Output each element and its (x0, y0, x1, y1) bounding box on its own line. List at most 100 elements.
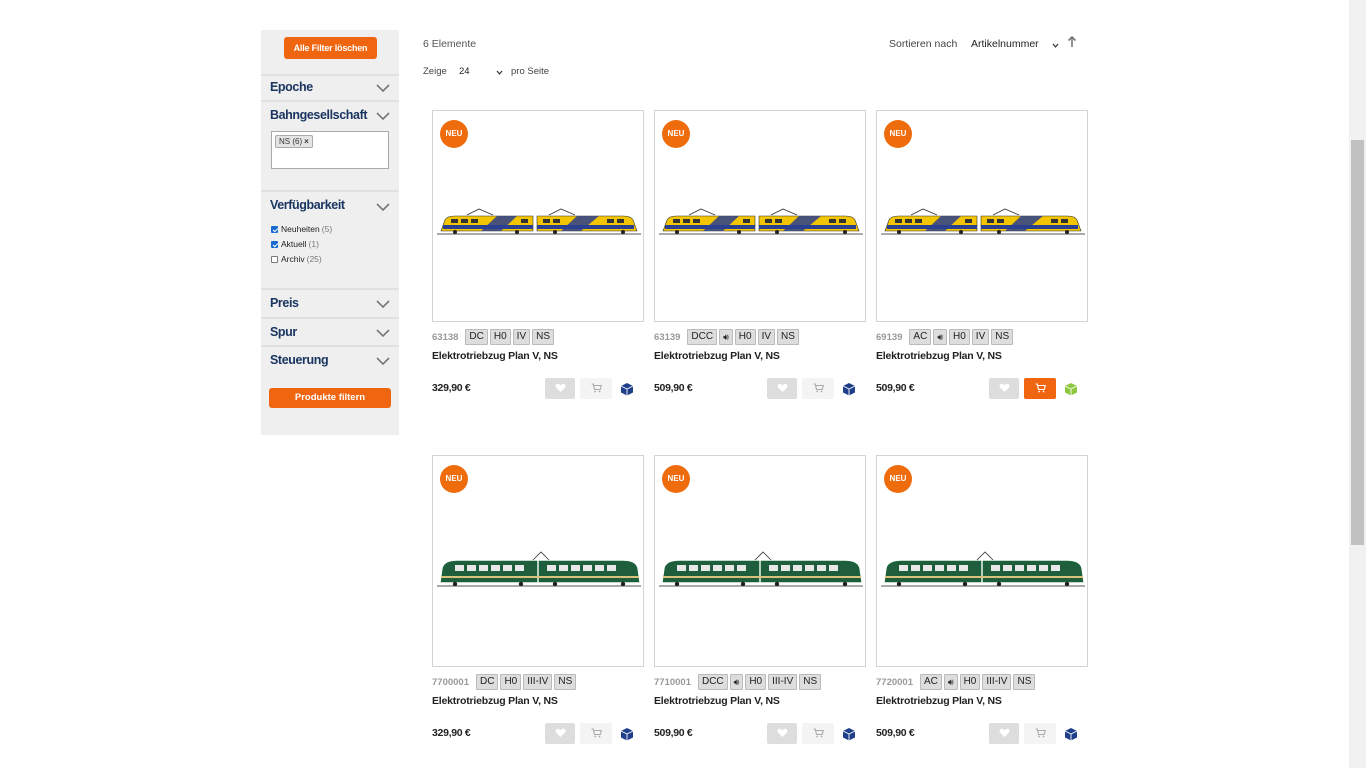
product-card[interactable]: NEU 7700001 DC H0 III-IV NS Elektrotriebzug… (432, 455, 644, 755)
clear-filters-button[interactable]: Alle Filter löschen (284, 37, 377, 59)
cart-icon (813, 725, 824, 743)
new-badge: NEU (662, 120, 690, 148)
article-number: 69139 (876, 331, 903, 343)
availability-box-icon (842, 382, 856, 396)
option-label: Neuheiten (281, 224, 320, 234)
product-image[interactable]: NEU (876, 110, 1088, 322)
facet-title: Steuerung (270, 353, 329, 367)
chevron-down-icon[interactable] (376, 300, 390, 310)
add-to-cart-button[interactable] (1024, 723, 1056, 744)
checkbox[interactable] (271, 255, 278, 263)
product-image[interactable]: NEU (432, 455, 644, 667)
article-number: 63138 (432, 331, 459, 343)
add-to-cart-button[interactable] (1024, 378, 1056, 399)
chevron-down-icon[interactable] (376, 203, 390, 213)
feature-chip: NS (554, 674, 577, 690)
product-price: 329,90 € (432, 727, 471, 739)
product-card[interactable]: NEU 7710001 DCC 🔊︎ H0 III-IV NS Elektrotrieb… (654, 455, 866, 755)
product-name[interactable]: Elektrotriebzug Plan V, NS (876, 350, 1002, 362)
checkbox[interactable] (271, 240, 278, 248)
product-price: 509,90 € (876, 727, 915, 739)
chevron-down-icon[interactable] (376, 84, 390, 94)
scrollbar[interactable] (1349, 0, 1366, 768)
heart-icon (777, 380, 788, 398)
chevron-down-icon[interactable] (376, 112, 390, 122)
product-meta: 7710001 DCC 🔊︎ H0 III-IV NS (654, 674, 823, 690)
availability-option-archiv[interactable]: Archiv (25) (271, 254, 322, 264)
facet-title: Spur (270, 325, 297, 339)
sort-select[interactable]: Artikelnummer (971, 38, 1059, 50)
facet-spur[interactable]: Spur (261, 317, 399, 345)
add-to-cart-button[interactable] (580, 723, 612, 744)
feature-chip: H0 (949, 329, 970, 345)
new-badge: NEU (440, 465, 468, 493)
per-page-select[interactable]: 24 (459, 66, 503, 77)
availability-option-neuheiten[interactable]: Neuheiten (5) (271, 224, 332, 234)
chevron-down-icon[interactable] (376, 329, 390, 339)
chevron-down-icon[interactable] (376, 357, 390, 367)
feature-chip: IV (971, 329, 990, 345)
facet-verfuegbarkeit[interactable]: Verfügbarkeit (261, 190, 399, 286)
product-name[interactable]: Elektrotriebzug Plan V, NS (876, 695, 1002, 707)
product-meta: 63139 DCC 🔊︎ H0 IV NS (654, 329, 801, 345)
facet-epoche[interactable]: Epoche (261, 74, 399, 100)
feature-chip: AC (919, 674, 942, 690)
feature-chip: H0 (489, 329, 511, 345)
wishlist-button[interactable] (767, 723, 797, 744)
add-to-cart-button[interactable] (802, 723, 834, 744)
article-number: 7700001 (432, 676, 469, 688)
feature-chip: III-IV (768, 674, 798, 690)
wishlist-button[interactable] (545, 378, 575, 399)
availability-box-icon (620, 727, 634, 741)
feature-chip: NS (1013, 674, 1036, 690)
heart-icon (999, 725, 1010, 743)
product-name[interactable]: Elektrotriebzug Plan V, NS (654, 350, 780, 362)
wishlist-button[interactable] (767, 378, 797, 399)
product-name[interactable]: Elektrotriebzug Plan V, NS (432, 350, 558, 362)
apply-filters-button[interactable]: Produkte filtern (269, 388, 391, 408)
availability-option-aktuell[interactable]: Aktuell (1) (271, 239, 319, 249)
wishlist-button[interactable] (989, 723, 1019, 744)
product-image[interactable]: NEU (876, 455, 1088, 667)
feature-chip: IV (757, 329, 776, 345)
close-icon[interactable]: × (304, 137, 309, 146)
feature-chip: NS (991, 329, 1014, 345)
facet-title: Bahngesellschaft (270, 108, 368, 122)
product-card[interactable]: NEU 63138 DC H0 IV NS Elektrotriebzug Plan … (432, 110, 644, 410)
per-page-value: 24 (459, 66, 470, 77)
facet-preis[interactable]: Preis (261, 288, 399, 317)
add-to-cart-button[interactable] (580, 378, 612, 399)
wishlist-button[interactable] (545, 723, 575, 744)
feature-chip: DCC (697, 674, 728, 690)
sound-icon: 🔊︎ (719, 329, 733, 345)
feature-chip: NS (777, 329, 799, 345)
product-image[interactable]: NEU (654, 455, 866, 667)
checkbox[interactable] (271, 225, 278, 233)
article-number: 7720001 (876, 676, 913, 688)
sound-icon: 🔊︎ (729, 674, 744, 690)
cart-icon (591, 380, 602, 398)
railway-select-input[interactable]: NS (6) × (271, 131, 389, 169)
result-count: 6 Elemente (423, 38, 477, 50)
product-image[interactable]: NEU (432, 110, 644, 322)
sort-direction-arrow-icon[interactable] (1067, 35, 1077, 47)
add-to-cart-button[interactable] (802, 378, 834, 399)
product-image[interactable]: NEU (654, 110, 866, 322)
feature-chip: H0 (500, 674, 522, 690)
product-name[interactable]: Elektrotriebzug Plan V, NS (654, 695, 780, 707)
product-card[interactable]: NEU 7720001 AC 🔊︎ H0 III-IV NS Elektrotriebz… (876, 455, 1088, 755)
availability-box-icon (842, 727, 856, 741)
sort-value: Artikelnummer (971, 38, 1039, 50)
tag-label: NS (6) (279, 137, 303, 146)
wishlist-button[interactable] (989, 378, 1019, 399)
feature-chip: III-IV (523, 674, 553, 690)
feature-chip: III-IV (982, 674, 1012, 690)
product-card[interactable]: NEU 63139 DCC 🔊︎ H0 IV NS Elektrotriebzug Pl… (654, 110, 866, 410)
facet-steuerung[interactable]: Steuerung (261, 345, 399, 375)
scrollbar-thumb[interactable] (1351, 140, 1364, 545)
train-image (881, 207, 1085, 242)
product-name[interactable]: Elektrotriebzug Plan V, NS (432, 695, 558, 707)
option-count: (5) (321, 224, 333, 234)
selected-filter-tag[interactable]: NS (6) × (275, 135, 313, 148)
product-card[interactable]: NEU 69139 AC 🔊︎ H0 IV NS Elektrotriebzug Pla… (876, 110, 1088, 410)
